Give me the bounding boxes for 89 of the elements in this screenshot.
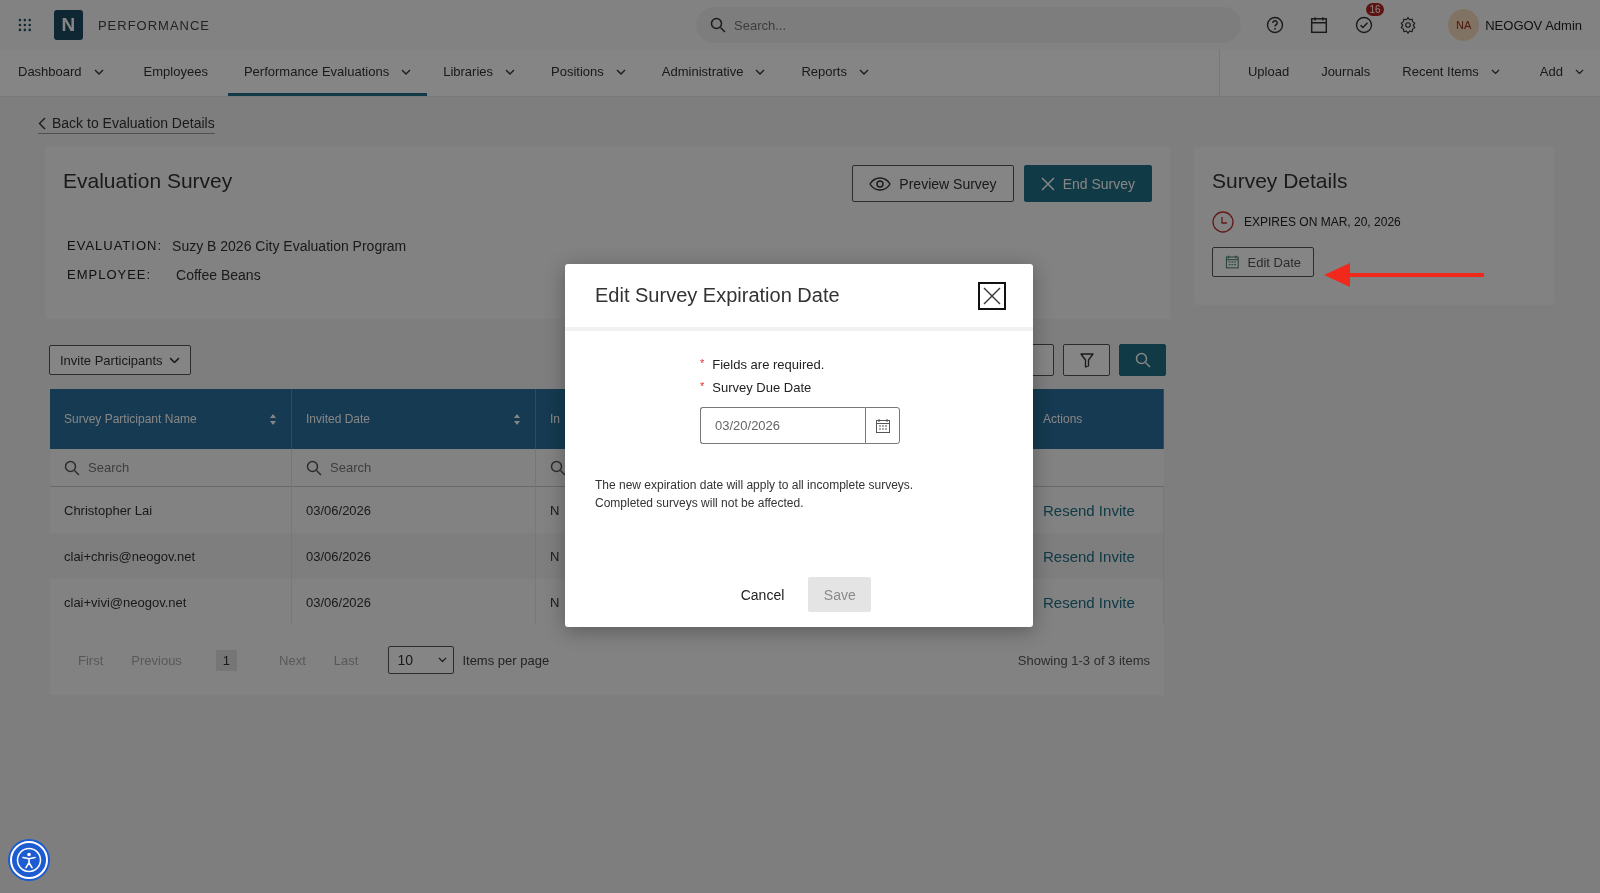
table-cell: N [550,594,560,610]
app-grid-icon[interactable] [18,18,32,32]
chevron-down-icon [438,657,448,663]
cancel-button[interactable]: Cancel [726,577,799,612]
clock-icon [1212,211,1234,233]
page-size-select[interactable]: 10 [388,646,455,674]
search-icon [550,459,566,476]
calendar-icon [1225,254,1240,270]
field-value: Coffee Beans [175,267,262,283]
table-cell: 03/06/2026 [306,502,372,518]
search-button[interactable] [1119,344,1166,376]
eye-icon [869,176,892,191]
table-cell: N [550,502,560,518]
field-label: EMPLOYEE: [67,267,153,283]
table-cell: clai+chris@neogov.net [64,548,196,564]
column-header[interactable]: Invited Date [292,389,536,449]
notification-badge: 16 [1366,3,1384,16]
filter-button[interactable] [1063,344,1110,376]
page-size-label: Items per page [462,652,550,668]
search-icon [1134,352,1151,368]
field-label: Survey Due Date [712,380,812,395]
chevron-down-icon [858,68,869,75]
user-name[interactable]: NEOGOV Admin [1485,17,1583,33]
required-note: Fields are required. [712,357,825,372]
calendar-icon [874,417,891,434]
preview-survey-button[interactable]: Preview Survey [852,165,1014,202]
nav-link[interactable]: Upload [1231,50,1306,96]
table-cell: clai+vivi@neogov.net [64,594,187,610]
close-icon [983,286,1001,305]
nav-tab[interactable]: Performance Evaluations [227,50,428,96]
required-mark: * [700,380,705,394]
filter-icon [1079,352,1094,368]
close-icon [1040,176,1055,191]
nav-tab[interactable]: Reports [785,50,885,96]
field-label: EVALUATION: [67,238,163,254]
table-cell: 03/06/2026 [306,594,372,610]
expiry-date: EXPIRES ON MAR, 20, 2026 [1244,215,1401,229]
sort-icon [269,412,277,426]
nav-tab[interactable]: Employees [127,50,224,96]
user-avatar[interactable]: NA [1448,9,1480,41]
nav-tab[interactable]: Administrative [645,50,782,96]
accessibility-button[interactable] [10,841,48,879]
chevron-down-icon [755,68,766,75]
chevron-down-icon [1490,68,1500,75]
resend-invite-link[interactable]: Resend Invite [1043,593,1135,611]
chevron-down-icon [505,68,516,75]
dialog-message: Completed surveys will not be affected. [595,496,805,510]
edit-date-button[interactable]: Edit Date [1212,247,1314,277]
field-value: Suzy B 2026 City Evaluation Program [172,238,408,254]
dialog-message: The new expiration date will apply to all incomplete surveys. [595,478,915,492]
nav-tab[interactable]: Dashboard [2,50,120,96]
nav-tab[interactable]: Libraries [427,50,532,96]
search-field[interactable]: Search... [696,7,1241,43]
invite-participants-button[interactable]: Invite Participants [49,345,191,375]
required-mark: * [700,357,705,371]
column-header[interactable]: Survey Participant Name [50,389,292,449]
accessibility-icon [16,847,42,873]
dialog-title: Edit Survey Expiration Date [595,284,840,307]
items-summary: Showing 1-3 of 3 items [1017,652,1150,668]
due-date-field[interactable]: 03/20/2026 [700,407,865,444]
chevron-down-icon [93,68,104,75]
search-icon [64,459,80,476]
end-survey-button[interactable]: End Survey [1023,165,1152,202]
chevron-down-icon [168,356,180,364]
page-number[interactable]: 1 [215,649,238,671]
nav-link[interactable]: Journals [1305,50,1387,96]
resend-invite-link[interactable]: Resend Invite [1043,501,1135,519]
back-link[interactable]: Back to Evaluation Details [38,115,215,134]
search-icon [710,17,727,33]
logo[interactable]: N [53,10,83,40]
card-title: Survey Details [1212,169,1349,193]
table-cell: N [550,548,560,564]
app-title: PERFORMANCE [97,17,211,33]
table-cell: 03/06/2026 [306,548,372,564]
column-search-field[interactable]: Search [50,449,292,487]
table-cell: Christopher Lai [64,502,153,518]
nav-link[interactable]: Add [1523,50,1600,96]
nav-tab[interactable]: Positions [535,50,642,96]
chevron-down-icon [401,68,412,75]
search-icon [306,459,322,476]
calendar-button[interactable] [865,407,900,444]
close-button[interactable] [978,281,1006,310]
sort-icon [513,412,521,426]
card-title: Evaluation Survey [63,169,233,193]
chevron-left-icon [38,116,46,130]
chevron-down-icon [1575,68,1584,75]
nav-link[interactable]: Recent Items [1386,50,1516,96]
column-search-field[interactable]: Search [292,449,536,487]
chevron-down-icon [615,68,626,75]
